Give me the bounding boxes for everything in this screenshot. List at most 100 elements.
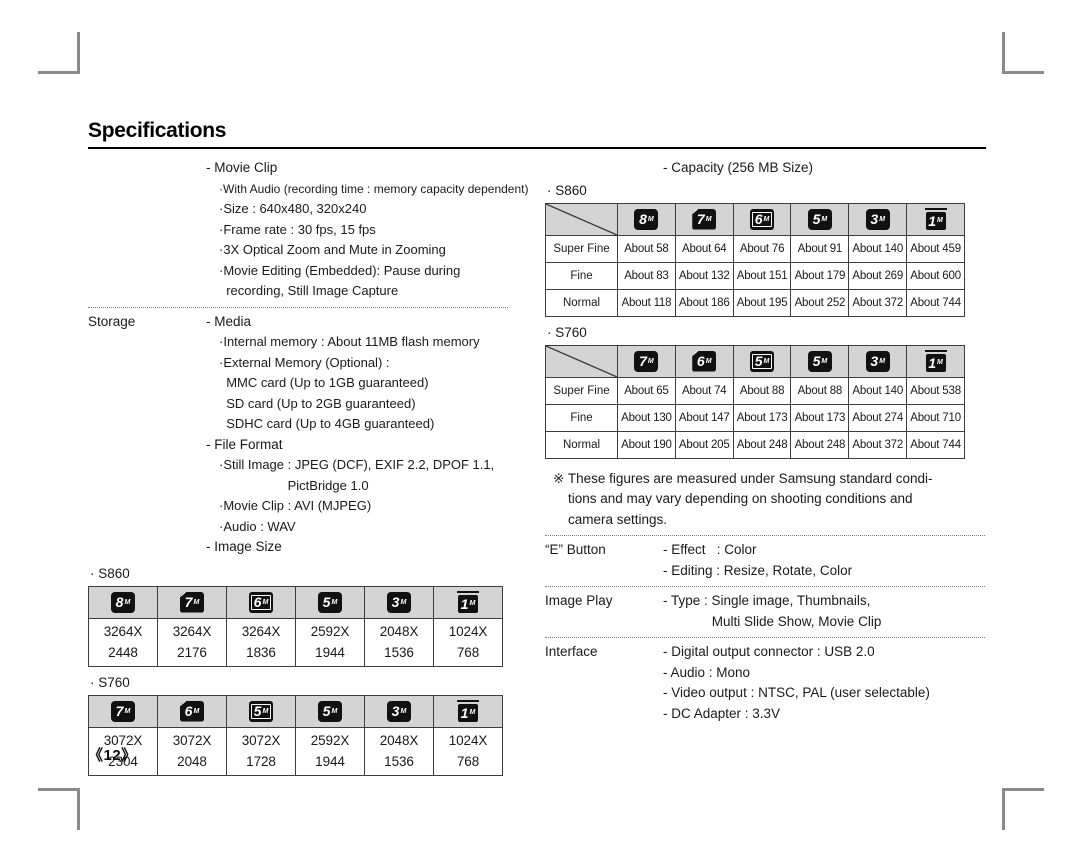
resolution-5m-icon: 5M [316, 699, 344, 724]
media-item: ·External Memory (Optional) : [219, 354, 390, 370]
image-size-cell: 3264X 2176 [157, 617, 227, 667]
crop-mark-top-left [38, 32, 80, 74]
quality-label: Fine [545, 261, 618, 290]
resolution-5m-icon: 5M [806, 349, 834, 374]
image-play-item: - Type : Single image, Thumbnails, [663, 593, 871, 608]
table-header-row: 7M 6M 5M 5M 3M 1M [88, 694, 503, 728]
table-header-cell: 5M [295, 694, 365, 728]
table-row: Fine About 83 About 132 About 151 About 179 A… [545, 261, 965, 290]
resolution-5m-icon: 5M [806, 207, 834, 232]
capacity-cell: About 710 [906, 403, 965, 432]
table-header-cell: 5M [295, 585, 365, 619]
table-corner-cell [545, 344, 618, 378]
table-header-cell: 6M [157, 694, 227, 728]
table-header-cell: 3M [848, 202, 908, 236]
resolution-6m-icon: 6M [247, 590, 275, 615]
capacity-cell: About 179 [790, 261, 850, 290]
capacity-cell: About 173 [732, 403, 792, 432]
resolution-7m-icon: 7M [632, 349, 660, 374]
capacity-cell: About 88 [790, 376, 850, 405]
interface-body: - Digital output connector : USB 2.0 - A… [663, 642, 985, 724]
capacity-cell: About 65 [617, 376, 676, 405]
image-size-height: 1944 [315, 754, 345, 769]
table-header-cell: 3M [364, 694, 434, 728]
table-header-cell: 7M [674, 202, 734, 236]
file-format-item: ·Audio : WAV [219, 518, 296, 534]
resolution-8m-icon: 8M [109, 590, 137, 615]
image-play-label: Image Play [545, 593, 613, 608]
resolution-6m-icon: 6M [748, 207, 776, 232]
capacity-cell: About 132 [674, 261, 734, 290]
resolution-3m-icon: 3M [385, 699, 413, 724]
file-format-item: ·Movie Clip : AVI (MJPEG) [219, 498, 372, 513]
table-row: Fine About 130 About 147 About 173 About 173… [545, 403, 965, 432]
media-item: MMC card (Up to 1GB guaranteed) [219, 375, 429, 390]
left-column: - Movie Clip ·With Audio (recording time… [88, 158, 529, 776]
movie-clip-items: ·With Audio (recording time : memory cap… [88, 179, 529, 302]
media-heading: - Media [206, 313, 252, 329]
table-header-cell: 7M [157, 585, 227, 619]
image-size-height: 1536 [384, 645, 414, 660]
image-size-width: 3264X [172, 624, 212, 639]
crop-mark-top-right [1002, 32, 1044, 74]
movie-clip-item: ·With Audio (recording time : memory cap… [219, 181, 529, 196]
table-header-row: 8M 7M 6M 5M 3M 1M [545, 202, 965, 236]
quality-label: Normal [545, 430, 618, 459]
table-header-cell: 5M [226, 694, 296, 728]
table-header-cell: 8M [617, 202, 676, 236]
image-size-width: 2048X [379, 733, 419, 748]
movie-clip-item: ·Size : 640x480, 320x240 [219, 201, 367, 216]
capacity-note: ※ These figures are measured under Samsu… [545, 469, 985, 531]
table-header-cell: 1M [906, 202, 965, 236]
capacity-s860-body: Super Fine About 58 About 64 About 76 About … [545, 234, 965, 317]
section-divider [545, 586, 985, 587]
capacity-cell: About 205 [674, 430, 734, 459]
image-size-height: 1728 [246, 754, 276, 769]
file-format-heading: - File Format [206, 436, 283, 452]
e-button-item: - Effect : Color [663, 542, 757, 557]
table-header-cell: 8M [88, 585, 158, 619]
image-size-cell: 2592X 1944 [295, 617, 365, 667]
image-play-body: - Type : Single image, Thumbnails, Multi… [663, 591, 985, 632]
table-header-cell: 1M [433, 694, 503, 728]
image-size-s760-model: · S760 [90, 674, 130, 690]
image-size-cell: 3072X 1728 [226, 726, 296, 776]
capacity-s860-table: 8M7M 6M 5M 3M1M Super Fine About 58 About 64 A… [545, 202, 965, 317]
image-size-cell: 2048X 1536 [364, 726, 434, 776]
quality-label: Super Fine [545, 234, 618, 263]
image-size-cell: 3264X 2448 [88, 617, 158, 667]
capacity-cell: About 248 [732, 430, 792, 459]
note-line: ※ These figures are measured under Samsu… [553, 470, 933, 486]
interface-section: Interface - Digital output connector : U… [545, 642, 985, 724]
note-line: tions and may vary depending on shooting… [568, 491, 913, 506]
table-header-cell: 7M [88, 694, 158, 728]
table-row: 3264X 2448 3264X 2176 3264X 1836 2592X 1944 2048… [88, 617, 503, 667]
image-size-width: 1024X [448, 733, 488, 748]
media-item: SD card (Up to 2GB guaranteed) [219, 395, 416, 411]
image-size-height: 2176 [177, 645, 207, 660]
capacity-cell: About 459 [906, 234, 965, 263]
movie-clip-item: ·Frame rate : 30 fps, 15 fps [219, 221, 376, 237]
image-size-width: 1024X [448, 624, 488, 639]
resolution-3m-icon: 3M [385, 590, 413, 615]
capacity-cell: About 118 [617, 288, 676, 317]
quality-label: Fine [545, 403, 618, 432]
storage-label: Storage [88, 313, 136, 329]
quality-label: Normal [545, 288, 618, 317]
image-size-width: 2048X [379, 624, 419, 639]
image-size-s860-table: 8M 7M 6M 5M 3M 1M 3264X 2448 3264X 2176 3264X 1836… [88, 585, 503, 667]
capacity-cell: About 195 [732, 288, 792, 317]
image-size-heading: - Image Size [206, 539, 282, 554]
image-size-width: 3072X [172, 733, 212, 748]
table-header-cell: 7M [617, 344, 676, 378]
capacity-s760-body: Super Fine About 65 About 74 About 88 About … [545, 376, 965, 459]
capacity-cell: About 140 [848, 376, 908, 405]
e-button-body: - Effect : Color - Editing : Resize, Rot… [663, 540, 985, 581]
table-header-cell: 1M [906, 344, 965, 378]
capacity-cell: About 130 [617, 403, 676, 432]
image-size-cell: 1024X 768 [433, 726, 503, 776]
table-header-cell: 5M [790, 344, 850, 378]
image-play-section: Image Play - Type : Single image, Thumbn… [545, 591, 985, 632]
table-header-row: 7M 6M 5M 5M 3M 1M [545, 344, 965, 378]
image-size-height: 768 [456, 754, 480, 769]
